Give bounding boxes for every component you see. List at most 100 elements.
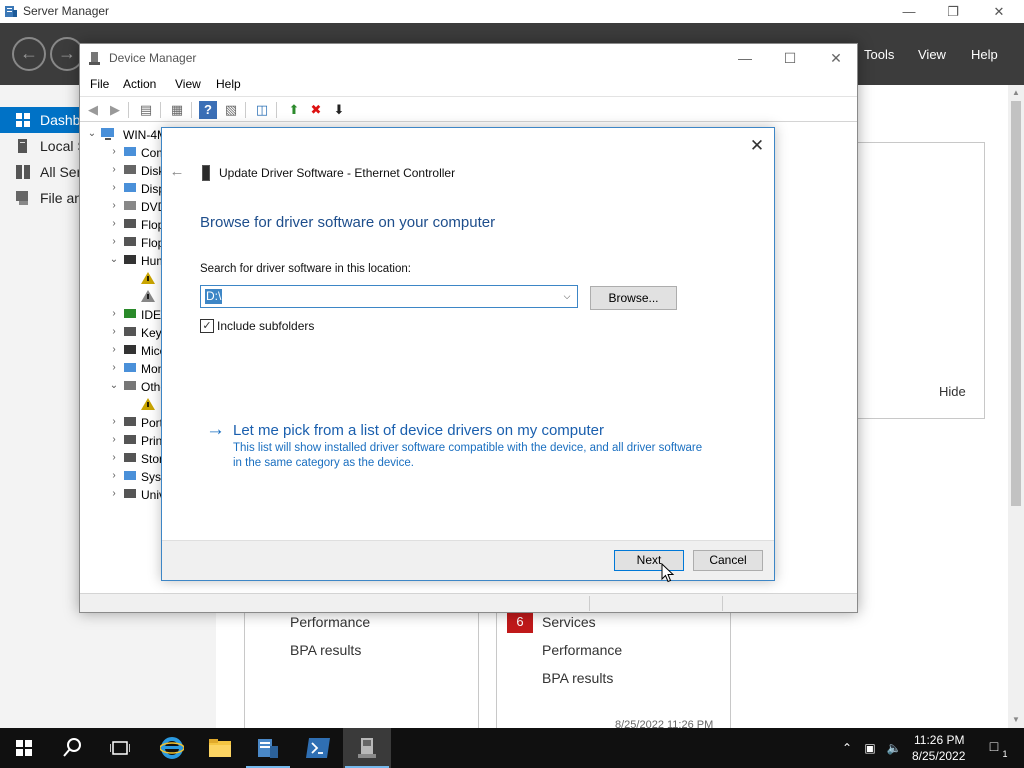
expand-chevron-icon[interactable]: › xyxy=(108,236,120,248)
expand-chevron-icon[interactable]: › xyxy=(108,416,120,428)
storage-controller-icon xyxy=(124,453,136,462)
update-driver-icon[interactable]: ⬆ xyxy=(285,101,303,119)
computer-icon xyxy=(124,147,136,156)
clock-time[interactable]: 11:26 PM xyxy=(914,733,964,747)
clock-date[interactable]: 8/25/2022 xyxy=(912,749,965,763)
taskbar-internet-explorer[interactable] xyxy=(148,728,196,768)
show-hide-console-tree-icon[interactable]: ▤ xyxy=(137,101,155,119)
disable-device-icon[interactable]: ⬇ xyxy=(330,101,348,119)
browse-button[interactable]: Browse... xyxy=(590,286,677,310)
scan-hardware-icon[interactable]: ◫ xyxy=(253,101,271,119)
right-arrow-icon[interactable]: → xyxy=(206,420,225,440)
dm-menu-file[interactable]: File xyxy=(90,77,109,91)
network-disconnected-icon[interactable]: ▣ xyxy=(862,740,878,756)
expand-chevron-icon[interactable]: › xyxy=(108,218,120,230)
tile-right-services[interactable]: Services xyxy=(542,614,596,630)
back-arrow-icon[interactable]: ← xyxy=(12,37,46,71)
dm-menu-help[interactable]: Help xyxy=(216,77,241,91)
include-subfolders-label[interactable]: Include subfolders xyxy=(217,319,314,333)
dvd-drive-icon xyxy=(124,201,136,210)
expand-chevron-icon[interactable]: › xyxy=(108,182,120,194)
toolbar-separator xyxy=(128,102,129,118)
dm-close-button[interactable]: ✕ xyxy=(813,44,859,73)
computer-icon xyxy=(101,128,114,140)
expand-chevron-icon[interactable]: › xyxy=(108,326,120,338)
dm-minimize-button[interactable]: — xyxy=(722,44,768,73)
taskbar-server-manager[interactable] xyxy=(244,728,292,768)
sm-menu-tools[interactable]: Tools xyxy=(864,47,894,62)
expand-chevron-icon[interactable]: › xyxy=(108,308,120,320)
driver-path-combobox[interactable]: D:\ ⌵ xyxy=(200,285,578,308)
tile-right-performance[interactable]: Performance xyxy=(542,642,622,658)
dm-statusbar xyxy=(80,593,857,612)
expand-chevron-icon[interactable]: › xyxy=(108,470,120,482)
system-device-icon xyxy=(124,471,136,480)
sm-restore-button[interactable]: ❐ xyxy=(930,0,976,23)
collapse-chevron-icon[interactable]: ⌄ xyxy=(108,380,120,392)
notification-count: 1 xyxy=(1000,749,1010,760)
chevron-down-icon[interactable]: ⌵ xyxy=(561,289,573,304)
mouse-cursor-icon xyxy=(661,563,675,583)
expand-chevron-icon[interactable]: › xyxy=(108,488,120,500)
windows-logo-icon xyxy=(16,740,32,756)
toolbar-forward-icon[interactable]: ▶ xyxy=(106,101,124,119)
volume-muted-icon[interactable]: 🔈 xyxy=(886,740,902,756)
expand-chevron-icon[interactable]: › xyxy=(108,362,120,374)
pick-from-list-link[interactable]: Let me pick from a list of device driver… xyxy=(233,422,604,439)
toolbar-separator xyxy=(245,102,246,118)
taskbar-device-manager[interactable] xyxy=(343,728,391,768)
dm-menu-view[interactable]: View xyxy=(175,77,201,91)
printer-icon xyxy=(124,435,136,444)
dialog-back-arrow-icon[interactable]: ← xyxy=(168,163,186,181)
scroll-down-icon[interactable]: ▼ xyxy=(1008,712,1024,728)
sm-menu-view[interactable]: View xyxy=(918,47,946,62)
show-hidden-icons-chevron-icon[interactable]: ⌃ xyxy=(839,740,855,756)
task-view-button[interactable] xyxy=(96,728,144,768)
sm-close-button[interactable]: ✕ xyxy=(976,0,1022,23)
scroll-up-icon[interactable]: ▲ xyxy=(1008,85,1024,101)
tile-left-bpa[interactable]: BPA results xyxy=(290,642,361,658)
hide-link[interactable]: Hide xyxy=(939,384,966,399)
status-divider xyxy=(589,596,590,611)
collapse-chevron-icon[interactable]: ⌄ xyxy=(108,254,120,266)
expand-chevron-icon[interactable]: › xyxy=(108,164,120,176)
sm-menu-help[interactable]: Help xyxy=(971,47,998,62)
sm-titlebar: Server Manager — ❐ ✕ xyxy=(0,0,1024,23)
scroll-thumb[interactable] xyxy=(1011,101,1021,506)
toolbar-back-icon[interactable]: ◀ xyxy=(84,101,102,119)
expand-chevron-icon[interactable]: › xyxy=(108,146,120,158)
device-manager-taskbar-icon xyxy=(358,738,376,758)
action-pane-icon[interactable]: ▧ xyxy=(222,101,240,119)
servers-icon xyxy=(16,165,30,179)
tile-right-bpa[interactable]: BPA results xyxy=(542,670,613,686)
taskbar-powershell[interactable] xyxy=(294,728,342,768)
expand-chevron-icon[interactable]: › xyxy=(108,434,120,446)
dm-titlebar: Device Manager — ☐ ✕ xyxy=(80,44,857,73)
sm-scrollbar[interactable]: ▲ ▼ xyxy=(1008,85,1024,728)
include-subfolders-checkbox[interactable]: ✓ xyxy=(200,319,214,333)
dm-menubar: File Action View Help xyxy=(80,73,857,96)
collapse-chevron-icon[interactable]: ⌄ xyxy=(86,128,98,140)
dialog-close-button[interactable]: ✕ xyxy=(744,133,770,159)
toolbar-separator xyxy=(160,102,161,118)
dm-maximize-button[interactable]: ☐ xyxy=(767,44,813,73)
folder-icon xyxy=(209,739,231,757)
port-icon xyxy=(124,417,136,426)
search-button[interactable] xyxy=(48,728,96,768)
dm-menu-action[interactable]: Action xyxy=(123,77,156,91)
services-alert-badge: 6 xyxy=(507,611,533,633)
update-driver-dialog: ✕ ← Update Driver Software - Ethernet Co… xyxy=(161,127,775,581)
expand-chevron-icon[interactable]: › xyxy=(108,344,120,356)
expand-chevron-icon[interactable]: › xyxy=(108,452,120,464)
file-storage-icon xyxy=(16,191,28,205)
properties-icon[interactable]: ▦ xyxy=(168,101,186,119)
sm-minimize-button[interactable]: — xyxy=(886,0,932,23)
tile-left-performance[interactable]: Performance xyxy=(290,614,370,630)
help-icon[interactable]: ? xyxy=(199,101,217,119)
uninstall-device-icon[interactable]: ✖ xyxy=(307,101,325,119)
cancel-button[interactable]: Cancel xyxy=(693,550,763,571)
taskbar-file-explorer[interactable] xyxy=(196,728,244,768)
expand-chevron-icon[interactable]: › xyxy=(108,200,120,212)
driver-path-input[interactable]: D:\ xyxy=(205,289,223,304)
start-button[interactable] xyxy=(0,728,48,768)
